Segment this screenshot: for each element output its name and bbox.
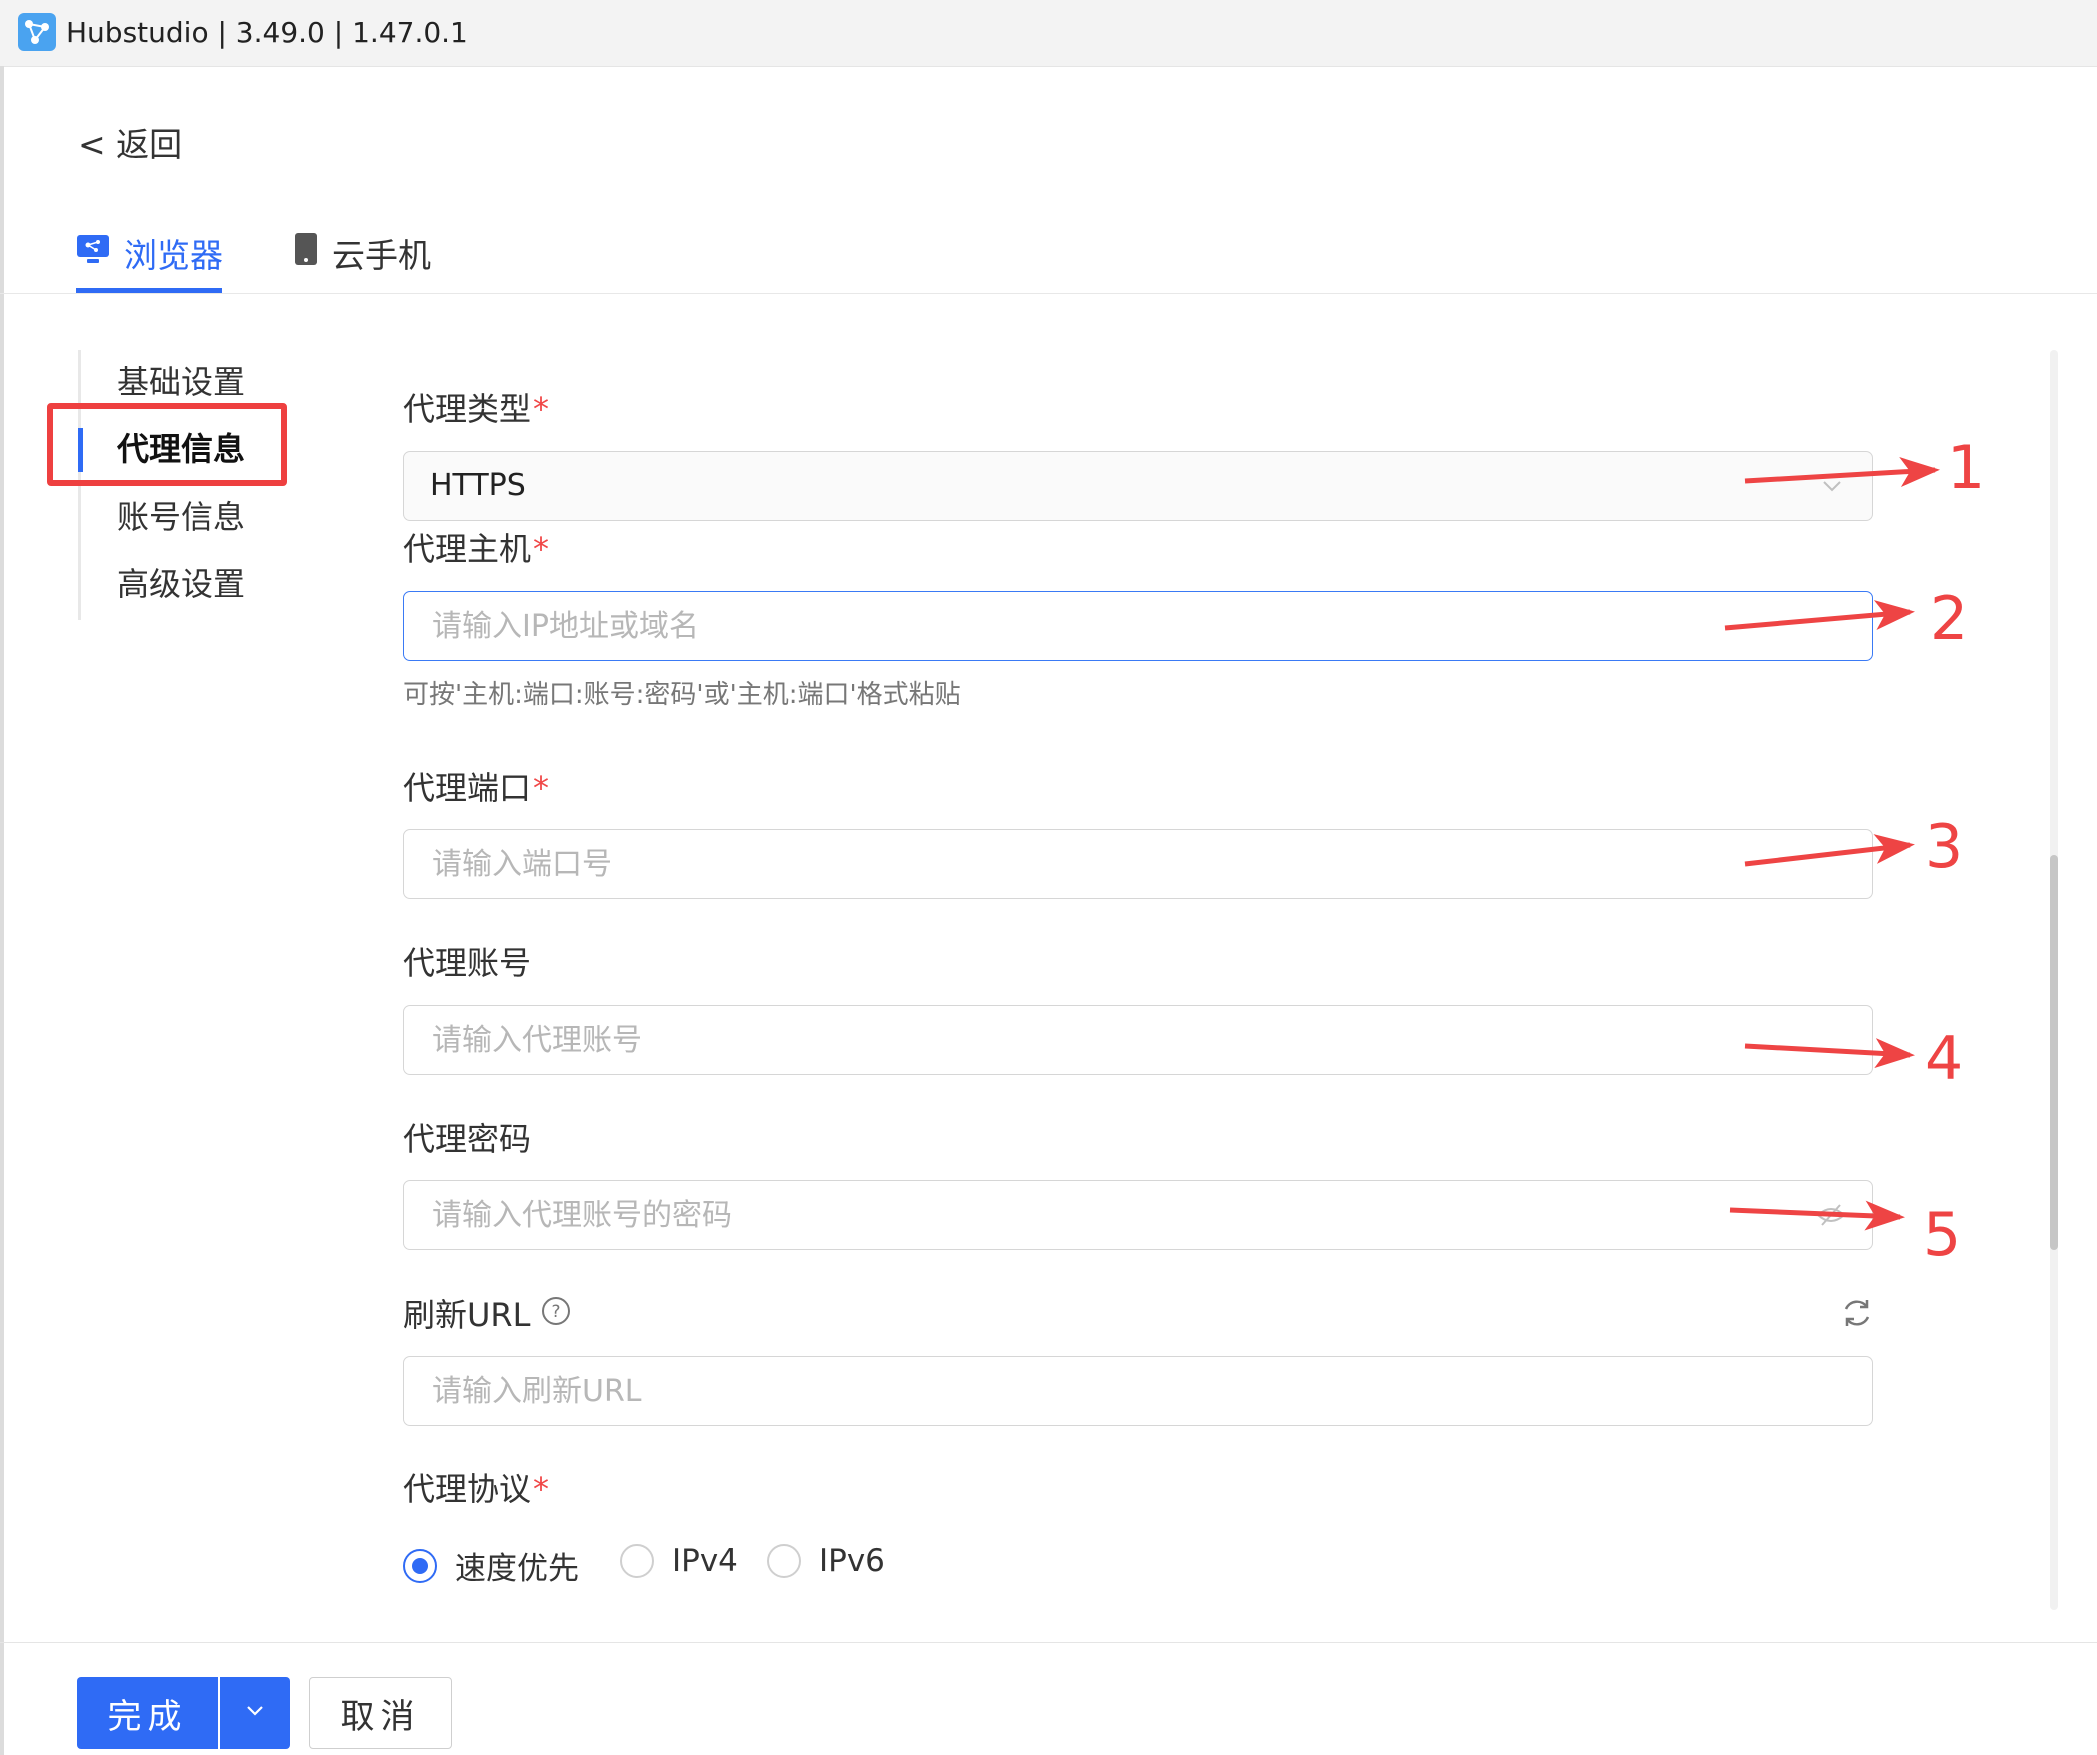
proxy-protocol-label-text: 代理协议 bbox=[403, 1470, 532, 1508]
radio-ipv4[interactable]: IPv4 bbox=[620, 1543, 738, 1579]
proxy-port-label: 代理端口* bbox=[403, 763, 549, 813]
required-mark: * bbox=[533, 390, 550, 428]
window-title: Hubstudio | 3.49.0 | 1.47.0.1 bbox=[66, 16, 468, 49]
annotation-number-1: 1 bbox=[1947, 433, 1986, 503]
chevron-down-icon bbox=[1820, 474, 1844, 502]
footer-divider bbox=[0, 1642, 2097, 1643]
browser-monitor-icon bbox=[76, 233, 110, 273]
proxy-host-label: 代理主机* bbox=[403, 524, 549, 574]
radio-button-checked[interactable] bbox=[403, 1548, 437, 1583]
svg-text:?: ? bbox=[551, 1302, 560, 1322]
tab-browser-label: 浏览器 bbox=[124, 236, 223, 275]
sidebar-item-advanced-settings[interactable]: 高级设置 bbox=[117, 559, 245, 609]
sidebar-item-account-info[interactable]: 账号信息 bbox=[117, 492, 245, 542]
annotation-number-5: 5 bbox=[1923, 1200, 1962, 1270]
proxy-type-select[interactable]: HTTPS bbox=[403, 451, 1873, 521]
annotation-number-3: 3 bbox=[1925, 812, 1964, 882]
proxy-host-label-text: 代理主机 bbox=[403, 530, 532, 568]
refresh-url-input[interactable] bbox=[430, 1357, 1794, 1426]
proxy-port-field[interactable] bbox=[403, 829, 1873, 899]
proxy-protocol-label: 代理协议* bbox=[403, 1464, 549, 1514]
radio-button[interactable] bbox=[767, 1544, 801, 1578]
proxy-password-field[interactable] bbox=[403, 1180, 1873, 1250]
required-mark: * bbox=[533, 530, 550, 568]
help-circle-icon[interactable]: ? bbox=[541, 1290, 571, 1340]
tabs-divider bbox=[0, 293, 2097, 294]
proxy-host-hint: 可按'主机:端口:账号:密码'或'主机:端口'格式粘贴 bbox=[403, 680, 961, 710]
refresh-url-label-text: 刷新URL bbox=[403, 1296, 531, 1334]
annotation-number-4: 4 bbox=[1925, 1024, 1964, 1094]
proxy-host-field[interactable] bbox=[403, 591, 1873, 661]
done-dropdown-button[interactable] bbox=[220, 1677, 290, 1749]
app-logo-icon bbox=[18, 13, 56, 51]
annotation-number-2: 2 bbox=[1930, 584, 1969, 654]
tab-browser[interactable]: 浏览器 bbox=[76, 222, 223, 284]
radio-ipv4-label: IPv4 bbox=[672, 1543, 738, 1579]
radio-ipv6[interactable]: IPv6 bbox=[767, 1543, 885, 1579]
annotation-highlight-box bbox=[47, 403, 287, 486]
scrollbar-thumb[interactable] bbox=[2050, 855, 2058, 1250]
required-mark: * bbox=[533, 769, 550, 807]
refresh-url-field[interactable] bbox=[403, 1356, 1873, 1426]
tab-cloud-phone[interactable]: 云手机 bbox=[294, 222, 431, 284]
proxy-password-input[interactable] bbox=[430, 1181, 1794, 1250]
required-mark: * bbox=[533, 1470, 550, 1508]
proxy-port-label-text: 代理端口 bbox=[403, 769, 532, 807]
proxy-account-input[interactable] bbox=[430, 1006, 1794, 1075]
phone-icon bbox=[294, 232, 318, 274]
eye-off-icon[interactable] bbox=[1816, 1201, 1846, 1233]
proxy-type-label-text: 代理类型 bbox=[403, 390, 532, 428]
refresh-icon[interactable] bbox=[1840, 1296, 1874, 1334]
proxy-account-label: 代理账号 bbox=[403, 944, 532, 982]
proxy-host-input[interactable] bbox=[430, 592, 1794, 661]
proxy-account-field[interactable] bbox=[403, 1005, 1873, 1075]
tab-cloud-phone-label: 云手机 bbox=[332, 236, 431, 275]
radio-button[interactable] bbox=[620, 1544, 654, 1578]
proxy-password-label: 代理密码 bbox=[403, 1120, 532, 1158]
proxy-type-label: 代理类型* bbox=[403, 384, 549, 434]
radio-speed-priority[interactable]: 速度优先 bbox=[403, 1543, 579, 1588]
radio-speed-priority-label: 速度优先 bbox=[455, 1551, 579, 1587]
cancel-button[interactable]: 取消 bbox=[309, 1677, 452, 1749]
chevron-down-icon bbox=[243, 1699, 267, 1727]
refresh-url-label: 刷新URL ? bbox=[403, 1290, 571, 1340]
done-button[interactable]: 完成 bbox=[77, 1677, 218, 1749]
radio-ipv6-label: IPv6 bbox=[819, 1543, 885, 1579]
sidebar-item-basic-settings[interactable]: 基础设置 bbox=[117, 357, 245, 407]
proxy-port-input[interactable] bbox=[430, 830, 1794, 899]
window-left-border bbox=[0, 66, 4, 1755]
back-link[interactable]: < 返回 bbox=[78, 120, 182, 170]
proxy-type-value: HTTPS bbox=[430, 468, 526, 503]
